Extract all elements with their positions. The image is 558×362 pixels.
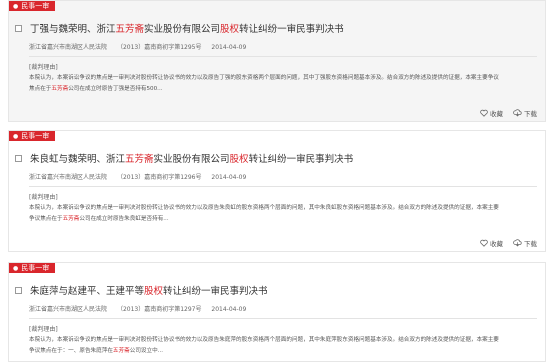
court-name: 浙江省嘉兴市南湖区人民法院 [29, 44, 108, 51]
result-card: ● 民事一审 朱庭萍与赵建平、王建平等股权转让纠纷一审民事判决书 浙江省嘉兴市南湖… [8, 262, 546, 362]
download-button[interactable]: 下载 [513, 238, 537, 248]
case-title-link[interactable]: 朱良虹与魏荣明、浙江五芳斋实业股份有限公司股权转让纠纷一审民事判决书 [30, 151, 353, 165]
highlight-keyword: 五芳斋 [112, 347, 130, 354]
case-title-link[interactable]: 朱庭萍与赵建平、王建平等股权转让纠纷一审民事判决书 [30, 283, 268, 297]
highlight-keyword: 五芳斋 [51, 85, 69, 92]
text-segment: 转让纠纷一审民事判决书 [163, 286, 268, 297]
case-meta: 浙江省嘉兴市南湖区人民法院 （2013）嘉南商初字第1297号 2014-04-… [29, 304, 254, 313]
heart-icon [480, 109, 488, 117]
text-segment: 朱庭萍与赵建平、王建平等 [30, 286, 145, 297]
collect-button[interactable]: 收藏 [480, 238, 503, 248]
case-type-tag: ● 民事一审 [9, 131, 56, 141]
text-segment: 实业股份有限公司 [144, 24, 221, 35]
text-segment: 公司在成立时原告朱良虹是否持有... [79, 215, 169, 222]
case-number: （2013）嘉南商初字第1295号 [116, 44, 202, 51]
collect-button[interactable]: 收藏 [480, 108, 503, 118]
text-segment: 公司在成立时原告丁强是否持有500... [68, 85, 163, 92]
divider [29, 56, 537, 57]
section-label: [裁判理由] [29, 326, 58, 333]
case-summary: 本院认为，本案诉讼争议的焦点是一审判决对股份转让协议书的效力以及原告丁强的股东资… [29, 73, 503, 94]
highlight-keyword: 股权 [229, 154, 249, 165]
highlight-keyword: 五芳斋 [115, 24, 145, 35]
download-button[interactable]: 下载 [513, 108, 537, 118]
section-label: [裁判理由] [29, 194, 58, 201]
case-type-tag: ● 民事一审 [9, 1, 56, 11]
highlight-keyword: 五芳斋 [125, 154, 154, 165]
judgment-date: 2014-04-09 [211, 306, 247, 313]
case-number: （2013）嘉南商初字第1296号 [116, 174, 202, 181]
result-card: ● 民事一审 朱良虹与魏荣明、浙江五芳斋实业股份有限公司股权转让纠纷一审民事判决书… [8, 130, 546, 252]
case-meta: 浙江省嘉兴市南湖区人民法院 （2013）嘉南商初字第1295号 2014-04-… [29, 42, 254, 51]
text-segment: 转让纠纷一审民事判决书 [239, 24, 344, 35]
court-name: 浙江省嘉兴市南湖区人民法院 [29, 174, 108, 181]
text-segment: 丁强与魏荣明、浙江 [30, 24, 116, 35]
divider [29, 318, 537, 319]
select-checkbox[interactable] [15, 24, 22, 32]
download-icon [513, 239, 522, 247]
highlight-keyword: 股权 [144, 286, 164, 297]
highlight-keyword: 股权 [220, 24, 240, 35]
judgment-date: 2014-04-09 [211, 174, 247, 181]
highlight-keyword: 五芳斋 [62, 215, 80, 222]
case-summary: 本院认为，本案诉讼争议的焦点是一审判决对股份转让协议书的效力以及原告朱庭萍的股东… [29, 335, 503, 356]
case-number: （2013）嘉南商初字第1297号 [116, 306, 202, 313]
select-checkbox[interactable] [15, 286, 22, 294]
text-segment: 实业股份有限公司 [153, 154, 230, 165]
select-checkbox[interactable] [15, 154, 22, 162]
case-type-tag: ● 民事一审 [9, 263, 56, 273]
judgment-date: 2014-04-09 [211, 44, 247, 51]
case-meta: 浙江省嘉兴市南湖区人民法院 （2013）嘉南商初字第1296号 2014-04-… [29, 172, 254, 181]
heart-icon [480, 239, 488, 247]
section-label: [裁判理由] [29, 64, 58, 71]
text-segment: 朱良虹与魏荣明、浙江 [30, 154, 126, 165]
text-segment: 转让纠纷一审民事判决书 [248, 154, 354, 165]
text-segment: 公司设立中... [129, 347, 164, 354]
result-card: ● 民事一审 丁强与魏荣明、浙江五芳斋实业股份有限公司股权转让纠纷一审民事判决书 … [8, 0, 546, 122]
text-segment: 本院认为，本案诉讼争议的焦点是一审判决对股份转让协议书的效力以及原告朱庭萍的股东… [29, 337, 499, 354]
download-icon [513, 109, 522, 117]
divider [29, 186, 537, 187]
court-name: 浙江省嘉兴市南湖区人民法院 [29, 306, 108, 313]
case-title-link[interactable]: 丁强与魏荣明、浙江五芳斋实业股份有限公司股权转让纠纷一审民事判决书 [30, 21, 344, 35]
case-summary: 本院认为，本案诉讼争议的焦点是一审判决对股份转让协议书的效力以及原告朱良虹的股东… [29, 203, 503, 224]
